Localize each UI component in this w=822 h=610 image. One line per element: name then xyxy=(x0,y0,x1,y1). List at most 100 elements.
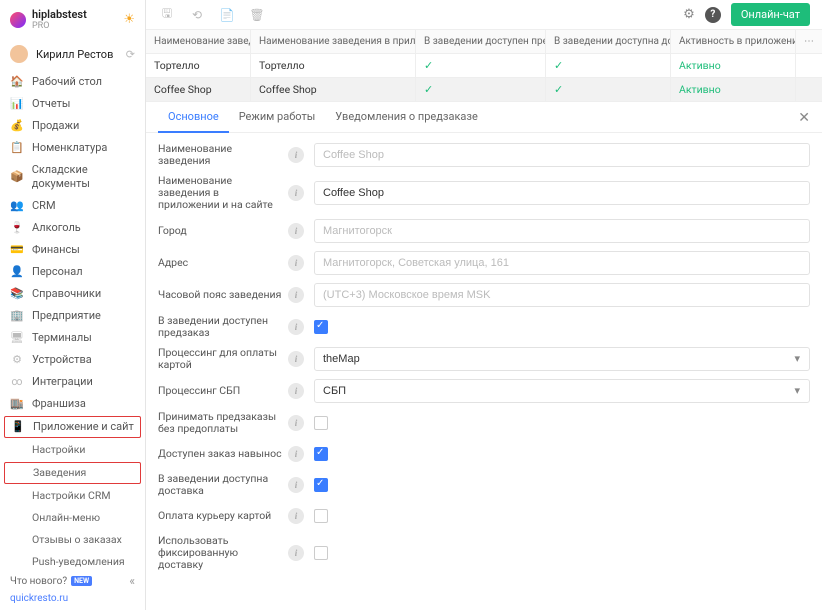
label-app_name: Наименование заведения в приложении и на… xyxy=(158,175,288,211)
sidebar-item-20[interactable]: Отзывы о заказах xyxy=(0,529,145,551)
nav-label: Онлайн-меню xyxy=(32,511,100,525)
nav-label: Справочники xyxy=(32,287,101,301)
info-icon[interactable]: i xyxy=(288,255,304,271)
sidebar-item-0[interactable]: 🏠Рабочий стол xyxy=(0,71,145,93)
table-row[interactable]: Coffee ShopCoffee Shop✓✓Активно xyxy=(146,78,822,102)
label-sbp_proc: Процессинг СБП xyxy=(158,385,288,397)
sidebar-item-13[interactable]: ∞Интеграции xyxy=(0,371,145,393)
sidebar-item-2[interactable]: 💰Продажи xyxy=(0,115,145,137)
input-tz[interactable] xyxy=(314,283,810,307)
sidebar-item-11[interactable]: 🖥Терминалы xyxy=(0,327,145,349)
sidebar-item-18[interactable]: Настройки CRM xyxy=(0,485,145,507)
input-address[interactable] xyxy=(314,251,810,275)
theme-icon[interactable]: ☀ xyxy=(123,12,135,27)
label-tz: Часовой пояс заведения xyxy=(158,289,288,301)
checkbox-no_prepay[interactable] xyxy=(314,416,328,430)
form: Наименование заведенияiНаименование заве… xyxy=(146,133,822,581)
sidebar-item-3[interactable]: 📋Номенклатура xyxy=(0,137,145,159)
new-badge: NEW xyxy=(71,576,92,586)
avatar xyxy=(10,45,28,63)
checkbox-preorder[interactable] xyxy=(314,320,328,334)
col-name[interactable]: Наименование заведения⇅ xyxy=(146,30,251,53)
cell-status: Активно xyxy=(671,78,796,101)
sidebar-item-6[interactable]: 🍷Алкоголь xyxy=(0,217,145,239)
table-menu-icon[interactable]: ⋯ xyxy=(796,36,822,47)
sync-icon[interactable]: ⟲ xyxy=(188,6,206,24)
sidebar-item-1[interactable]: 📊Отчеты xyxy=(0,93,145,115)
info-icon[interactable]: i xyxy=(288,147,304,163)
input-city[interactable] xyxy=(314,219,810,243)
info-icon[interactable]: i xyxy=(288,185,304,201)
whats-new-link[interactable]: Что нового? NEW « xyxy=(10,571,135,591)
online-chat-button[interactable]: Онлайн-чат xyxy=(731,3,810,26)
input-app_name[interactable] xyxy=(314,181,810,205)
checkbox-takeout[interactable] xyxy=(314,447,328,461)
sidebar-item-15[interactable]: 📱 Приложение и сайт xyxy=(4,416,141,438)
user-row[interactable]: Кирилл Рестов ⟳ xyxy=(0,39,145,71)
tab-main[interactable]: Основное xyxy=(158,102,229,133)
nav-icon: ∞ xyxy=(10,375,24,389)
nav-icon: 🍷 xyxy=(10,221,24,235)
label-no_prepay: Принимать предзаказы без предоплаты xyxy=(158,411,288,435)
save-icon[interactable]: 🖫 xyxy=(158,6,176,24)
sidebar-item-8[interactable]: 👤Персонал xyxy=(0,261,145,283)
label-delivery: В заведении доступна доставка xyxy=(158,473,288,497)
refresh-icon[interactable]: ⟳ xyxy=(126,48,135,61)
checkbox-courier_card[interactable] xyxy=(314,509,328,523)
checkbox-delivery[interactable] xyxy=(314,478,328,492)
nav-label: Приложение и сайт xyxy=(33,420,134,434)
nav-label: Финансы xyxy=(32,243,80,257)
info-icon[interactable]: i xyxy=(288,477,304,493)
nav-icon: 🏢 xyxy=(10,309,24,323)
sidebar-item-21[interactable]: Push-уведомления xyxy=(0,551,145,567)
sidebar-item-7[interactable]: 💳Финансы xyxy=(0,239,145,261)
sidebar-item-4[interactable]: 📦Складские документы xyxy=(0,159,145,195)
nav-label: Push-уведомления xyxy=(32,555,125,567)
copy-icon[interactable]: 📄 xyxy=(218,6,236,24)
info-icon[interactable]: i xyxy=(288,446,304,462)
logo-icon xyxy=(10,12,26,28)
cell-preorder: ✓ xyxy=(416,78,546,101)
input-name[interactable] xyxy=(314,143,810,167)
tab-notifications[interactable]: Уведомления о предзаказе xyxy=(325,102,488,132)
col-app-name[interactable]: Наименование заведения в приложении …⇅ xyxy=(251,30,416,53)
sidebar-item-19[interactable]: Онлайн-меню xyxy=(0,507,145,529)
col-status[interactable]: Активность в приложении и … xyxy=(671,30,796,53)
info-icon[interactable]: i xyxy=(288,351,304,367)
footer-link[interactable]: quickresto.ru xyxy=(10,591,135,606)
collapse-icon[interactable]: « xyxy=(129,574,135,588)
input-card_proc[interactable] xyxy=(314,347,810,371)
sidebar-item-5[interactable]: 👥CRM xyxy=(0,195,145,217)
label-courier_card: Оплата курьеру картой xyxy=(158,510,288,522)
close-icon[interactable]: ✕ xyxy=(798,110,810,126)
info-icon[interactable]: i xyxy=(288,508,304,524)
info-icon[interactable]: i xyxy=(288,415,304,431)
table-row[interactable]: ТортеллоТортелло✓✓Активно xyxy=(146,54,822,78)
sidebar-item-17[interactable]: Заведения xyxy=(4,462,141,484)
filter-icon[interactable]: ⚙ xyxy=(683,7,695,22)
info-icon[interactable]: i xyxy=(288,287,304,303)
nav-label: Устройства xyxy=(32,353,92,367)
col-delivery[interactable]: В заведении доступна доставка⇅ xyxy=(546,30,671,53)
workspace-title: hiplabstest xyxy=(32,8,87,21)
nav-icon: 👥 xyxy=(10,199,24,213)
sidebar-item-16[interactable]: Настройки xyxy=(0,439,145,461)
nav-icon: 📱 xyxy=(11,420,25,434)
sidebar-item-14[interactable]: 🏬Франшиза xyxy=(0,393,145,415)
sidebar-item-10[interactable]: 🏢Предприятие xyxy=(0,305,145,327)
delete-icon[interactable]: 🗑 xyxy=(248,6,266,24)
col-preorder[interactable]: В заведении доступен предзаказ⇅ xyxy=(416,30,546,53)
label-takeout: Доступен заказ навынос xyxy=(158,448,288,460)
sidebar-item-12[interactable]: ⚙Устройства xyxy=(0,349,145,371)
nav-icon: 🏠 xyxy=(10,75,24,89)
nav-label: Персонал xyxy=(32,265,83,279)
sidebar-item-9[interactable]: 📚Справочники xyxy=(0,283,145,305)
input-sbp_proc[interactable] xyxy=(314,379,810,403)
tab-schedule[interactable]: Режим работы xyxy=(229,102,326,132)
checkbox-fixed_delivery[interactable] xyxy=(314,546,328,560)
info-icon[interactable]: i xyxy=(288,545,304,561)
info-icon[interactable]: i xyxy=(288,223,304,239)
help-icon[interactable]: ? xyxy=(705,7,721,23)
info-icon[interactable]: i xyxy=(288,383,304,399)
info-icon[interactable]: i xyxy=(288,319,304,335)
